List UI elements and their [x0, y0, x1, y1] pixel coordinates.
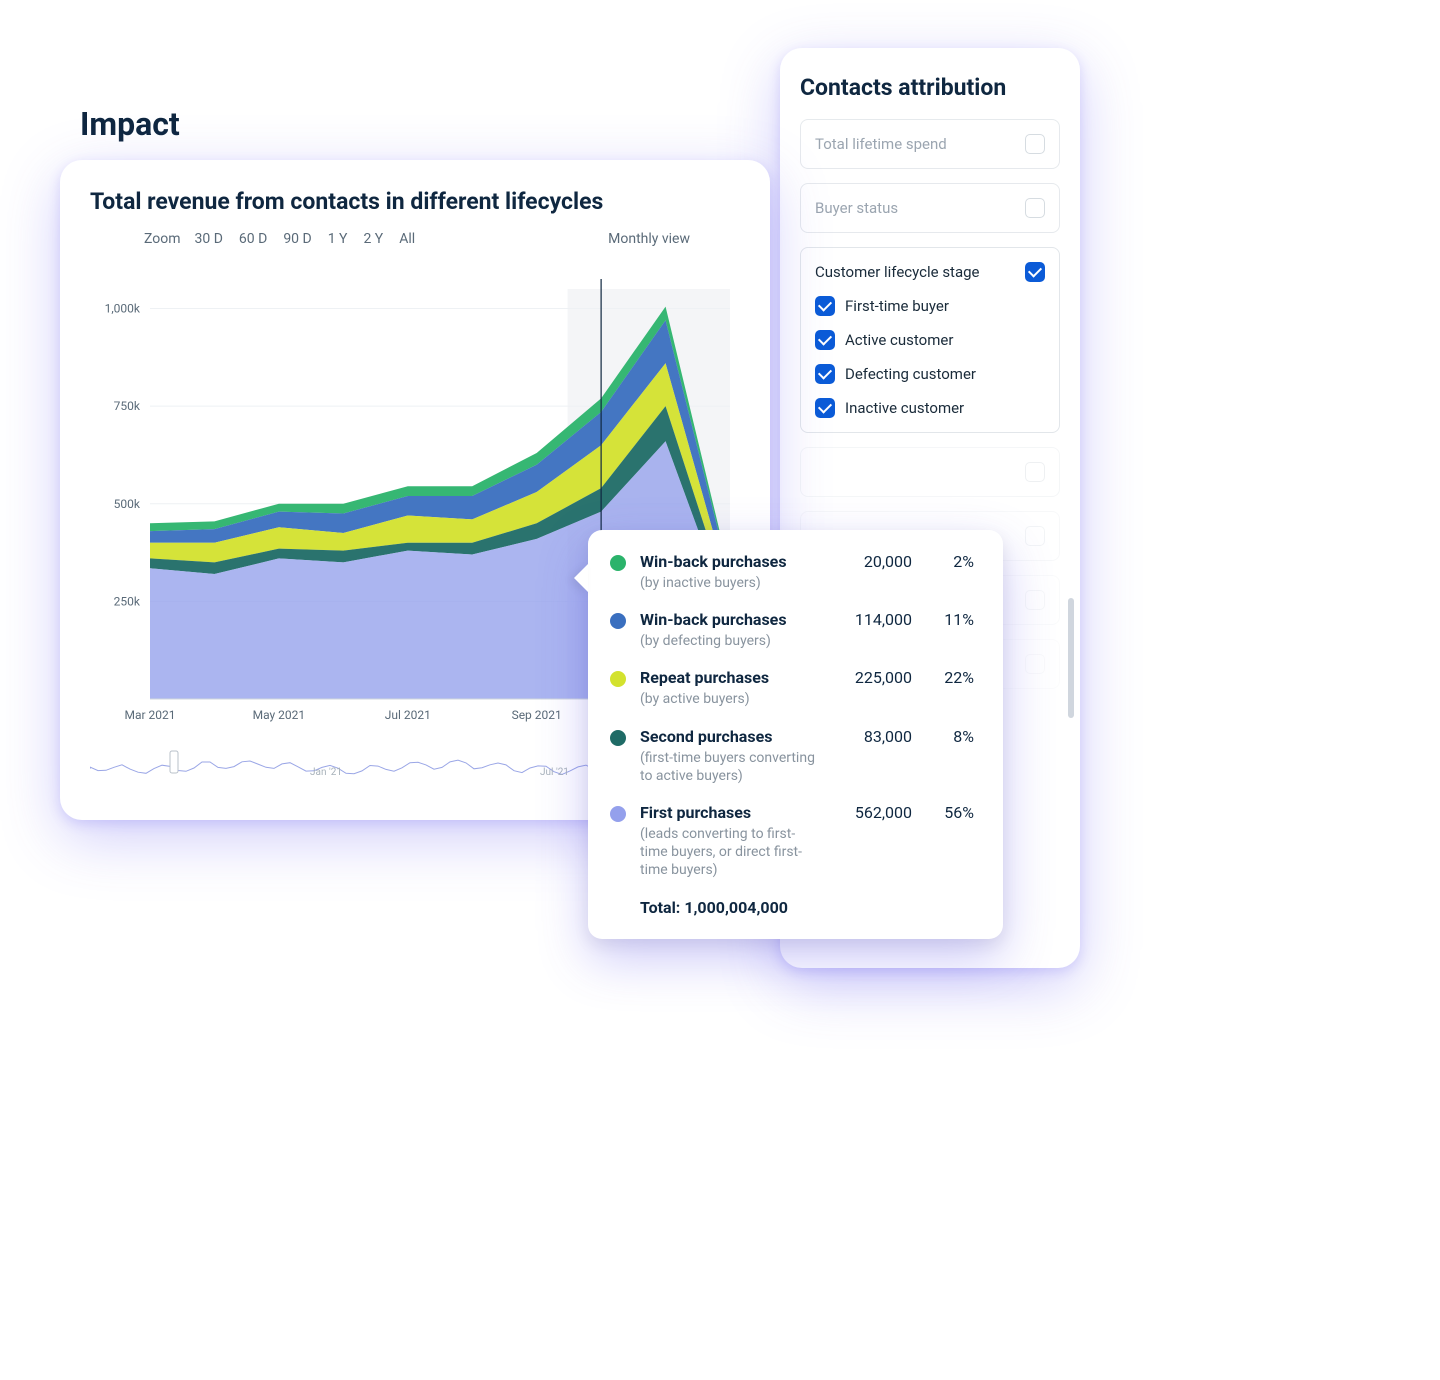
checkbox[interactable] — [1025, 198, 1045, 218]
checkbox[interactable] — [815, 364, 835, 384]
tooltip-row: First purchases(leads converting to firs… — [610, 803, 981, 880]
scrollbar-thumb[interactable] — [1068, 598, 1074, 718]
zoom-60d[interactable]: 60 D — [235, 229, 271, 249]
tooltip-series-label: First purchases — [640, 803, 815, 823]
sub-option-first-time-buyer[interactable]: First-time buyer — [815, 296, 1045, 316]
series-color-dot — [610, 613, 626, 629]
filter-buyer-status[interactable]: Buyer status — [800, 183, 1060, 233]
checkbox[interactable] — [1025, 526, 1045, 546]
tooltip-percent: 8% — [924, 727, 974, 746]
checkbox[interactable] — [1025, 262, 1045, 282]
tooltip-percent: 2% — [924, 552, 974, 571]
tooltip-row: Win-back purchases (by defecting buyers) 1… — [610, 610, 981, 650]
view-toggle[interactable]: Monthly view — [608, 231, 690, 247]
filter-placeholder[interactable] — [800, 447, 1060, 497]
tooltip-series-sublabel: (first-time buyers converting to active … — [640, 749, 815, 785]
svg-text:750k: 750k — [114, 399, 141, 413]
section-heading: Impact — [80, 105, 180, 143]
checkbox[interactable] — [815, 296, 835, 316]
svg-text:Mar 2021: Mar 2021 — [124, 708, 175, 722]
tooltip-series-label: Win-back purchases — [640, 552, 815, 572]
tooltip-value: 562,000 — [827, 803, 912, 822]
sub-option-defecting-customer[interactable]: Defecting customer — [815, 364, 1045, 384]
sub-option-inactive-customer[interactable]: Inactive customer — [815, 398, 1045, 418]
zoom-all[interactable]: All — [395, 229, 419, 249]
sub-option-active-customer[interactable]: Active customer — [815, 330, 1045, 350]
checkbox[interactable] — [1025, 590, 1045, 610]
tooltip-row: Win-back purchases (by inactive buyers) 20… — [610, 552, 981, 592]
tooltip-total: Total: 1,000,004,000 — [610, 898, 981, 917]
filter-label: Customer lifecycle stage — [815, 263, 980, 281]
tooltip-arrow-icon — [574, 564, 588, 592]
filter-label: Total lifetime spend — [815, 135, 947, 153]
tooltip-value: 20,000 — [827, 552, 912, 571]
svg-text:250k: 250k — [114, 594, 141, 608]
tooltip-series-sublabel: (by active buyers) — [640, 690, 815, 708]
tooltip-value: 83,000 — [827, 727, 912, 746]
tooltip-series-label: Win-back purchases — [640, 610, 815, 630]
option-label: Active customer — [845, 331, 953, 349]
chart-title: Total revenue from contacts in different… — [90, 188, 740, 215]
svg-text:1,000k: 1,000k — [105, 302, 141, 316]
checkbox[interactable] — [1025, 654, 1045, 674]
zoom-90d[interactable]: 90 D — [279, 229, 315, 249]
option-label: First-time buyer — [845, 297, 949, 315]
svg-text:Jul 2021: Jul 2021 — [385, 708, 431, 722]
zoom-1y[interactable]: 1 Y — [324, 229, 352, 249]
checkbox[interactable] — [815, 398, 835, 418]
svg-text:Sep 2021: Sep 2021 — [512, 708, 562, 722]
series-color-dot — [610, 806, 626, 822]
side-panel-title: Contacts attribution — [800, 74, 1060, 101]
filter-label: Buyer status — [815, 199, 898, 217]
svg-text:500k: 500k — [114, 497, 141, 511]
svg-text:Jul '21: Jul '21 — [540, 767, 569, 778]
option-label: Defecting customer — [845, 365, 976, 383]
tooltip-series-sublabel: (leads converting to first-time buyers, … — [640, 825, 815, 880]
filter-customer-lifecycle-stage[interactable]: Customer lifecycle stage First-time buye… — [800, 247, 1060, 433]
series-color-dot — [610, 555, 626, 571]
tooltip-row: Repeat purchases (by active buyers) 225,00… — [610, 668, 981, 708]
filter-total-lifetime-spend[interactable]: Total lifetime spend — [800, 119, 1060, 169]
option-label: Inactive customer — [845, 399, 964, 417]
zoom-30d[interactable]: 30 D — [191, 229, 227, 249]
tooltip-percent: 11% — [924, 610, 974, 629]
chart-controls: Zoom 30 D 60 D 90 D 1 Y 2 Y All Monthly … — [90, 229, 740, 249]
tooltip-value: 225,000 — [827, 668, 912, 687]
checkbox[interactable] — [815, 330, 835, 350]
series-color-dot — [610, 730, 626, 746]
tooltip-series-label: Repeat purchases — [640, 668, 815, 688]
tooltip-series-sublabel: (by defecting buyers) — [640, 632, 815, 650]
svg-text:May 2021: May 2021 — [253, 708, 306, 722]
tooltip-value: 114,000 — [827, 610, 912, 629]
scrollbar[interactable] — [1068, 118, 1074, 948]
tooltip-percent: 56% — [924, 803, 974, 822]
checkbox[interactable] — [1025, 462, 1045, 482]
zoom-label: Zoom — [144, 231, 181, 247]
zoom-2y[interactable]: 2 Y — [359, 229, 387, 249]
chart-tooltip: Win-back purchases (by inactive buyers) 20… — [588, 530, 1003, 939]
tooltip-series-label: Second purchases — [640, 727, 815, 747]
tooltip-percent: 22% — [924, 668, 974, 687]
tooltip-series-sublabel: (by inactive buyers) — [640, 574, 815, 592]
svg-text:Jan '21: Jan '21 — [310, 767, 342, 778]
series-color-dot — [610, 671, 626, 687]
tooltip-row: Second purchases(first-time buyers conve… — [610, 727, 981, 785]
checkbox[interactable] — [1025, 134, 1045, 154]
